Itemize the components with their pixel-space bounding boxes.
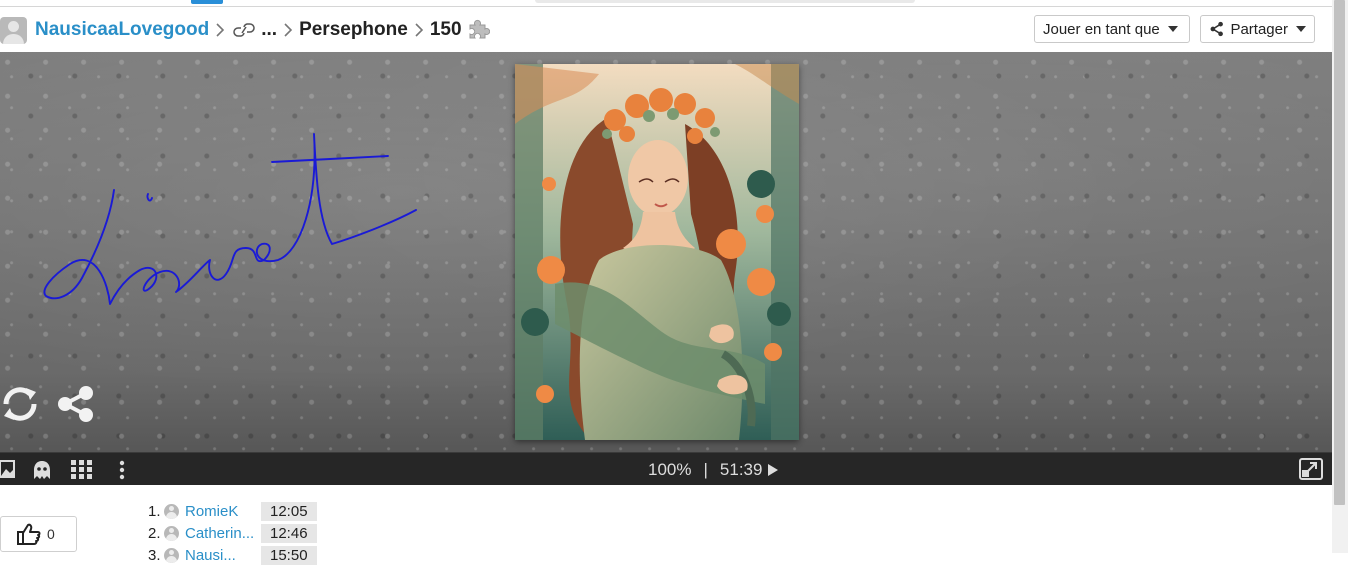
share-label: Partager — [1230, 20, 1288, 38]
ghost-icon[interactable] — [32, 460, 52, 480]
user-avatar-icon — [164, 547, 179, 563]
active-tab-indicator — [191, 0, 223, 4]
play-as-label: Jouer en tant que — [1043, 20, 1160, 38]
puzzle-toolbar: 100% | 51:39 — [0, 452, 1332, 485]
puzzle-piece-icon — [469, 19, 490, 39]
scrollbar-thumb[interactable] — [1334, 0, 1345, 505]
rank-time: 12:46 — [261, 523, 317, 543]
breadcrumb-ellipsis[interactable]: ... — [261, 19, 277, 41]
leaderboard-row: 3. Nausi... 15:50 — [148, 544, 317, 566]
toolbar-status: 100% | 51:39 — [648, 453, 779, 486]
puzzle-stage[interactable] — [0, 52, 1332, 452]
rank-user-link[interactable]: Nausi... — [185, 547, 259, 564]
caret-down-icon — [1167, 26, 1178, 32]
handwritten-scribble — [43, 133, 417, 305]
user-avatar-icon[interactable] — [0, 16, 27, 44]
chevron-right-icon — [216, 23, 225, 37]
share-icon[interactable] — [56, 384, 96, 424]
status-divider: | — [703, 459, 708, 479]
breadcrumb-user-link[interactable]: NausicaaLovegood — [35, 19, 209, 41]
search-bar-edge — [535, 0, 915, 3]
thumbs-up-icon — [17, 523, 41, 545]
like-count: 0 — [47, 526, 55, 542]
play-icon[interactable] — [768, 463, 779, 476]
rank-user-link[interactable]: Catherin... — [185, 525, 259, 542]
user-avatar-icon — [164, 525, 179, 541]
rank-number: 3. — [148, 546, 161, 564]
image-icon[interactable] — [0, 460, 16, 478]
refresh-icon[interactable] — [0, 384, 40, 424]
caret-down-icon — [1296, 26, 1306, 32]
leaderboard: 1. RomieK 12:05 2. Catherin... 12:46 3. … — [148, 500, 317, 566]
chevron-right-icon — [284, 23, 293, 37]
puzzle-artwork[interactable] — [515, 64, 799, 440]
rank-number: 1. — [148, 502, 161, 520]
share-dropdown[interactable]: Partager — [1200, 15, 1315, 43]
more-vertical-icon[interactable] — [118, 460, 126, 480]
zoom-level[interactable]: 100% — [648, 460, 691, 480]
chevron-right-icon — [415, 23, 423, 37]
like-button[interactable]: 0 — [0, 516, 77, 552]
page-scrollbar[interactable] — [1332, 0, 1348, 553]
user-avatar-icon — [164, 503, 179, 519]
timer: 51:39 — [719, 459, 763, 479]
breadcrumb-puzzle-title: Persephone — [299, 19, 408, 40]
rank-user-link[interactable]: RomieK — [185, 503, 259, 520]
grid-icon[interactable] — [71, 460, 93, 480]
leaderboard-row: 2. Catherin... 12:46 — [148, 522, 317, 544]
share-icon — [1210, 21, 1223, 37]
piece-count: 150 — [429, 19, 462, 40]
rank-number: 2. — [148, 524, 161, 542]
rank-time: 12:05 — [261, 501, 317, 521]
play-as-dropdown[interactable]: Jouer en tant que — [1034, 15, 1190, 43]
leaderboard-row: 1. RomieK 12:05 — [148, 500, 317, 522]
link-icon[interactable] — [233, 22, 255, 38]
fullscreen-icon[interactable] — [1299, 458, 1323, 480]
rank-time: 15:50 — [261, 545, 317, 565]
top-strip — [0, 0, 1332, 7]
